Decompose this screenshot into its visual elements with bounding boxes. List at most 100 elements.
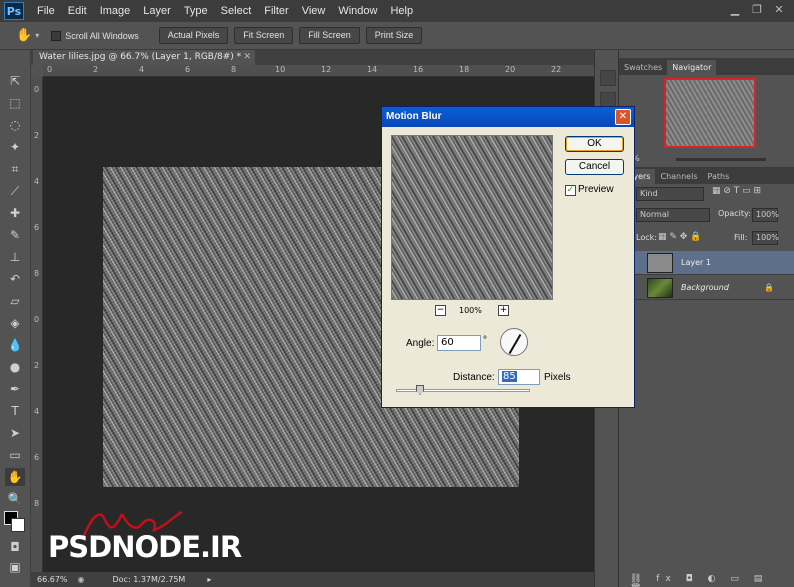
tab-paths[interactable]: Paths [703,169,735,184]
layer-row-layer-1[interactable]: 👁 Layer 1 [619,251,794,275]
kind-label: Kind [640,189,658,198]
layer-thumbnail [647,252,673,273]
layer-row-background[interactable]: 👁 Background 🔒 [619,276,794,300]
close-icon[interactable]: ✕ [770,3,788,17]
menu-layer[interactable]: Layer [143,5,171,17]
print-size-button[interactable]: Print Size [365,27,423,44]
tab-navigator[interactable]: Navigator [667,60,717,75]
type-tool-icon[interactable]: T [5,402,25,420]
distance-slider-thumb[interactable] [416,385,424,395]
distance-unit: Pixels [544,372,571,383]
lock-icon: 🔒 [764,283,774,292]
move-tool-icon[interactable]: ⇱ [5,72,25,90]
minimize-icon[interactable]: ▁ [726,3,744,17]
close-tab-icon[interactable]: ✕ [243,50,251,65]
zoom-out-icon[interactable]: − [435,305,446,316]
filter-icons[interactable]: ▦ ⊘ T ▭ ⊞ [712,186,761,196]
ruler-tick: 20 [505,65,516,74]
distance-value: 85 [502,371,517,382]
magic-wand-tool-icon[interactable]: ✦ [5,138,25,156]
pen-tool-icon[interactable]: ✒ [5,380,25,398]
status-bar: 66.67% ◉ Doc: 1.37M/2.75M ▸ [31,572,594,587]
preview-checkbox[interactable]: ✓ [565,185,576,196]
eyedropper-tool-icon[interactable]: ⟋ [5,182,25,200]
actual-pixels-button[interactable]: Actual Pixels [158,27,229,44]
ruler-tick: 6 [34,223,40,232]
ruler-tick: 8 [231,65,237,74]
history-brush-tool-icon[interactable]: ↶ [5,270,25,288]
background-color-swatch[interactable] [11,518,25,532]
angle-dial[interactable] [500,328,528,356]
shape-tool-icon[interactable]: ▭ [5,446,25,464]
ok-button[interactable]: OK [565,136,624,152]
eraser-tool-icon[interactable]: ▱ [5,292,25,310]
ruler-tick: 4 [34,177,40,186]
ruler-tick: 16 [413,65,424,74]
menu-select[interactable]: Select [221,5,252,17]
menu-filter[interactable]: Filter [264,5,288,17]
ruler-tick: 0 [34,85,40,94]
clone-stamp-tool-icon[interactable]: ⊥ [5,248,25,266]
dialog-title: Motion Blur [382,107,634,127]
marquee-tool-icon[interactable]: ⬚ [5,94,25,112]
angle-input[interactable]: 60 [437,335,481,351]
ruler-tick: 14 [367,65,378,74]
ruler-tick: 18 [459,65,470,74]
fill-field[interactable]: 100% [752,231,779,245]
menu-window[interactable]: Window [338,5,377,17]
filter-preview[interactable] [391,135,553,300]
menu-help[interactable]: Help [390,5,413,17]
fit-screen-button[interactable]: Fit Screen [234,27,294,44]
blend-mode-select[interactable]: Normal [636,208,710,222]
layers-tab-bar: Layers Channels Paths [619,167,794,184]
screen-mode-icon[interactable]: ▣ [5,558,25,576]
options-bar: ✋ ▾ Scroll All Windows Actual Pixels Fit… [0,22,794,50]
lasso-tool-icon[interactable]: ◌ [5,116,25,134]
paint-bucket-tool-icon[interactable]: ◈ [5,314,25,332]
crop-tool-icon[interactable]: ⌗ [5,160,25,178]
document-size-info: Doc: 1.37M/2.75M [112,575,186,584]
status-menu-icon[interactable]: ◉ [78,575,85,584]
tab-channels[interactable]: Channels [655,169,702,184]
opacity-field[interactable]: 100% [752,208,779,222]
menu-file[interactable]: File [37,5,55,17]
ruler-tick: 6 [34,453,40,462]
ruler-tick: 10 [275,65,286,74]
navigator-zoom-slider[interactable] [676,158,766,161]
quick-mask-icon[interactable]: ◘ [5,538,25,556]
fill-screen-button[interactable]: Fill Screen [299,27,360,44]
menu-edit[interactable]: Edit [68,5,87,17]
navigator-thumbnail[interactable] [664,78,756,148]
history-panel-icon[interactable] [600,70,616,86]
cancel-button[interactable]: Cancel [565,159,624,175]
tab-swatches[interactable]: Swatches [619,60,667,75]
watermark-text: PSDNODE.IR [48,530,242,564]
menu-type[interactable]: Type [184,5,208,17]
brush-tool-icon[interactable]: ✎ [5,226,25,244]
vertical-ruler: 0 2 4 6 8 0 2 4 6 8 [31,77,43,572]
ruler-tick: 4 [34,407,40,416]
healing-brush-tool-icon[interactable]: ✚ [5,204,25,222]
layer-panel-footer-icons[interactable]: ⛓ fx ◘ ◐ ▭ ▤ 🗑 [630,574,794,587]
restore-icon[interactable]: ❐ [748,3,766,17]
zoom-tool-icon[interactable]: 🔍 [5,490,25,508]
document-tab[interactable]: Water lilies.jpg @ 66.7% (Layer 1, RGB/8… [33,50,255,65]
menu-view[interactable]: View [302,5,326,17]
hand-tool-icon[interactable]: ✋ [5,468,25,486]
layer-filter-kind[interactable]: Kind [636,187,704,201]
path-selection-tool-icon[interactable]: ➤ [5,424,25,442]
layer-name: Background [681,283,729,292]
hand-tool-icon[interactable]: ✋ [16,28,32,43]
zoom-in-icon[interactable]: + [498,305,509,316]
scroll-all-windows-checkbox[interactable] [51,30,62,41]
status-arrow-icon[interactable]: ▸ [207,575,211,584]
tool-preset-chevron-icon[interactable]: ▾ [35,31,39,40]
dialog-close-icon[interactable]: ✕ [615,109,631,125]
dodge-tool-icon[interactable]: ● [5,358,25,376]
blur-tool-icon[interactable]: 💧 [5,336,25,354]
lock-icons[interactable]: ▦ ✎ ✥ 🔒 [658,232,701,242]
zoom-level[interactable]: 66.67% [37,575,68,584]
opacity-label: Opacity: [718,209,751,218]
menu-image[interactable]: Image [100,5,131,17]
distance-input[interactable]: 85 [498,369,540,385]
